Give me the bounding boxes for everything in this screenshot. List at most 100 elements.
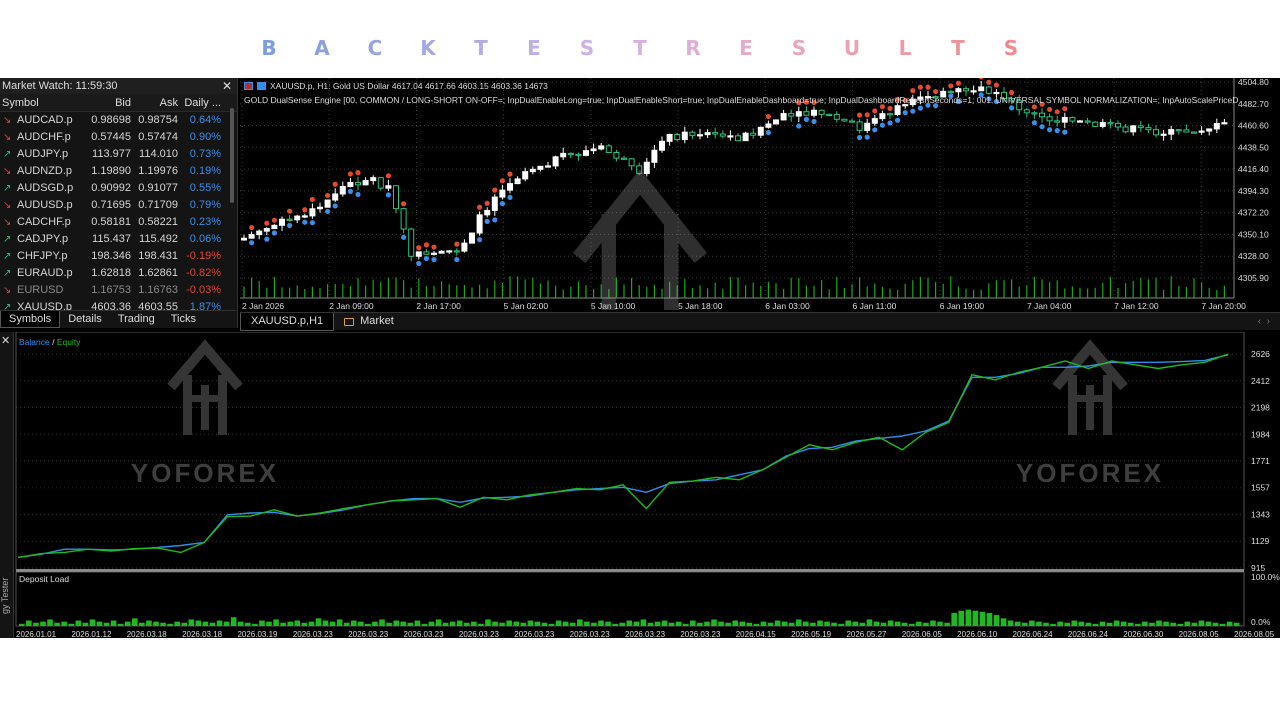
deposit-load-bar bbox=[506, 620, 512, 626]
buy-marker bbox=[1009, 105, 1015, 111]
tab-details[interactable]: Details bbox=[60, 311, 110, 328]
sell-marker bbox=[492, 187, 498, 193]
sell-marker bbox=[933, 88, 939, 95]
arrow-up-icon: ↗ bbox=[3, 234, 12, 245]
daily-change-cell: 0.55% bbox=[189, 182, 221, 194]
arrow-up-icon: ↗ bbox=[3, 268, 12, 279]
candle-body bbox=[598, 145, 605, 150]
deposit-load-bar bbox=[1078, 621, 1085, 626]
deposit-load-bar bbox=[372, 621, 378, 626]
candle-body bbox=[507, 183, 513, 191]
scrollbar[interactable] bbox=[230, 108, 234, 203]
candle-body bbox=[393, 185, 399, 210]
deposit-load-bar bbox=[202, 621, 209, 626]
time-axis-label: 7 Jan 20:00 bbox=[1201, 301, 1246, 311]
tester-sidebar: ✕ gy Tester bbox=[0, 332, 14, 638]
deposit-load-bar bbox=[852, 621, 859, 626]
deposit-load-bar bbox=[930, 620, 936, 626]
candle-body bbox=[362, 180, 369, 186]
tab-ticks[interactable]: Ticks bbox=[163, 311, 204, 328]
market-watch-row[interactable]: ↗ AUDJPY.p 113.977 114.010 0.73% bbox=[0, 146, 237, 163]
deposit-load-label: Deposit Load bbox=[19, 574, 70, 584]
candle-body bbox=[241, 237, 247, 241]
candle-body bbox=[1115, 122, 1121, 128]
market-watch-row[interactable]: ↗ AUDSGD.p 0.90992 0.91077 0.55% bbox=[0, 180, 237, 197]
market-watch-row[interactable]: ↘ EURUSD 1.16753 1.16763 -0.03% bbox=[0, 282, 237, 299]
market-watch-row[interactable]: ↘ AUDCHF.p 0.57445 0.57474 0.90% bbox=[0, 129, 237, 146]
candle-body bbox=[674, 133, 681, 141]
candle-body bbox=[833, 113, 840, 120]
tab-trading[interactable]: Trading bbox=[110, 311, 163, 328]
candle-body bbox=[605, 145, 612, 153]
balance-equity-legend: Balance / Equity bbox=[19, 337, 80, 347]
candle-body bbox=[423, 251, 430, 255]
market-watch-row[interactable]: ↗ EURAUD.p 1.62818 1.62861 -0.82% bbox=[0, 265, 237, 282]
deposit-load-bar bbox=[19, 623, 25, 626]
deposit-load-bar bbox=[887, 620, 894, 626]
price-chart[interactable]: 4504.80 4482.70 4460.60 4438.50 4416.40 4394.… bbox=[240, 78, 1280, 312]
market-watch-row[interactable]: ↘ CADCHF.p 0.58181 0.58221 0.23% bbox=[0, 214, 237, 231]
scroll-right-icon[interactable]: › bbox=[1267, 316, 1270, 327]
candle-body bbox=[347, 181, 354, 188]
deposit-load-bar bbox=[1106, 622, 1113, 626]
column-ask[interactable]: Ask bbox=[131, 94, 178, 111]
deposit-load-bar bbox=[661, 620, 668, 626]
watermark-logo-icon bbox=[1052, 339, 1128, 435]
column-bid[interactable]: Bid bbox=[86, 94, 131, 111]
candle-body bbox=[370, 177, 377, 182]
banner-letter: T bbox=[474, 36, 488, 60]
deposit-load-bar bbox=[831, 622, 837, 626]
arrow-down-icon: ↘ bbox=[3, 166, 12, 177]
deposit-load-bar bbox=[82, 622, 89, 626]
candle-body bbox=[1168, 129, 1175, 135]
sell-marker bbox=[872, 108, 878, 114]
time-axis-label: 5 Jan 18:00 bbox=[678, 301, 723, 311]
sell-marker bbox=[507, 171, 513, 177]
market-watch-row[interactable]: ↗ CADJPY.p 115.437 115.492 0.06% bbox=[0, 231, 237, 248]
deposit-load-bar bbox=[633, 621, 640, 626]
deposit-load-bar bbox=[1050, 623, 1056, 626]
candle-body bbox=[1145, 127, 1152, 131]
deposit-load-bar bbox=[1014, 621, 1021, 626]
balance-axis-label: 1129 bbox=[1251, 536, 1270, 546]
ask-cell: 1.19976 bbox=[138, 165, 178, 177]
market-watch-row[interactable]: ↘ AUDUSD.p 0.71695 0.71709 0.79% bbox=[0, 197, 237, 214]
deposit-load-bar bbox=[1219, 623, 1226, 626]
candle-body bbox=[590, 148, 597, 152]
candle-body bbox=[461, 242, 468, 252]
date-axis-label: 2026.06.30 bbox=[1123, 630, 1164, 638]
deposit-load-bar bbox=[704, 621, 710, 626]
scroll-left-icon[interactable]: ‹ bbox=[1258, 316, 1261, 327]
deposit-load-bar bbox=[746, 622, 753, 626]
deposit-load-bar bbox=[365, 623, 371, 626]
candle-body bbox=[514, 178, 521, 185]
bid-cell: 115.437 bbox=[92, 233, 131, 245]
tab-xauusd-chart[interactable]: XAUUSD.p,H1 bbox=[240, 312, 335, 331]
deposit-load-bar bbox=[894, 621, 901, 626]
market-watch-row[interactable]: ↘ AUDCAD.p 0.98698 0.98754 0.64% bbox=[0, 112, 237, 129]
candle-body bbox=[1130, 125, 1137, 133]
column-daily-change[interactable]: Daily ... bbox=[178, 94, 223, 111]
tab-market[interactable]: Market bbox=[334, 313, 404, 331]
time-axis-label: 7 Jan 04:00 bbox=[1027, 301, 1072, 311]
close-icon[interactable]: ✕ bbox=[222, 78, 232, 94]
column-symbol[interactable]: Symbol bbox=[0, 94, 86, 111]
market-watch-title-bar: Market Watch: 11:59:30 ✕ bbox=[0, 78, 237, 94]
balance-axis-label: 1984 bbox=[1251, 429, 1270, 439]
banner-letter: T bbox=[951, 36, 965, 60]
market-watch-row[interactable]: ↗ CHFJPY.p 198.346 198.431 -0.19% bbox=[0, 248, 237, 265]
close-icon[interactable]: ✕ bbox=[1, 334, 10, 347]
tab-symbols[interactable]: Symbols bbox=[0, 311, 61, 328]
candle-body bbox=[1221, 122, 1228, 125]
deposit-load-bar bbox=[626, 620, 633, 626]
deposit-load-bar bbox=[308, 621, 315, 626]
market-watch-row[interactable]: ↘ AUDNZD.p 1.19890 1.19976 0.19% bbox=[0, 163, 237, 180]
daily-change-cell: 0.19% bbox=[189, 165, 221, 177]
symbol-name: AUDUSD.p bbox=[17, 199, 73, 211]
price-chart-canvas: 4504.80 4482.70 4460.60 4438.50 4416.40 4394.… bbox=[240, 78, 1269, 311]
backtest-results-banner: BACKTESTRESULTS bbox=[0, 30, 1280, 66]
deposit-load-bar bbox=[612, 623, 618, 626]
daily-change-cell: -0.19% bbox=[186, 250, 221, 262]
candle-body bbox=[400, 208, 407, 230]
candle-body bbox=[887, 113, 893, 116]
